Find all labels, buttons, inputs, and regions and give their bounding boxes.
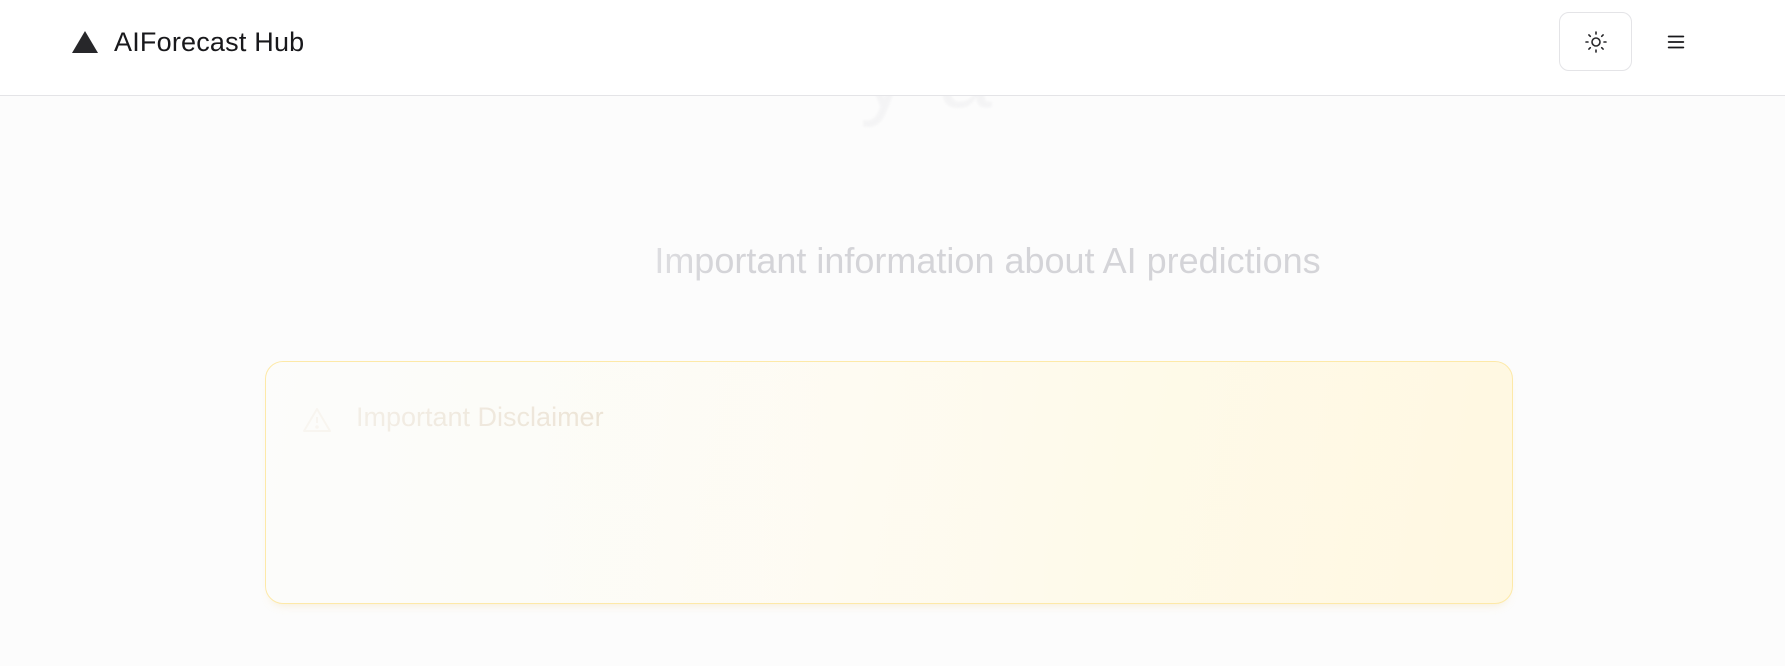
disclaimer-title: Important Disclaimer <box>356 402 604 432</box>
disclaimer-card: Important Disclaimer AI predictions are … <box>265 361 1513 604</box>
fade-overlay <box>266 362 1512 603</box>
top-navigation-bar: AIForecast Hub <box>0 0 1785 96</box>
section-subtitle: Important information about AI predictio… <box>0 240 1785 282</box>
sun-icon <box>1584 30 1607 53</box>
brand-link[interactable]: AIForecast Hub <box>72 22 304 62</box>
triangle-logo-icon <box>72 31 98 53</box>
brand-title: AIForecast Hub <box>114 26 305 57</box>
disclaimer-body: AI predictions are not guarantees and sh… <box>356 460 1481 562</box>
menu-button[interactable] <box>1652 12 1700 71</box>
section-subtitle-text: Important information about AI predictio… <box>654 240 1321 281</box>
theme-toggle-button[interactable] <box>1559 12 1632 71</box>
hamburger-menu-icon <box>1667 35 1685 48</box>
warning-triangle-icon <box>303 408 331 432</box>
